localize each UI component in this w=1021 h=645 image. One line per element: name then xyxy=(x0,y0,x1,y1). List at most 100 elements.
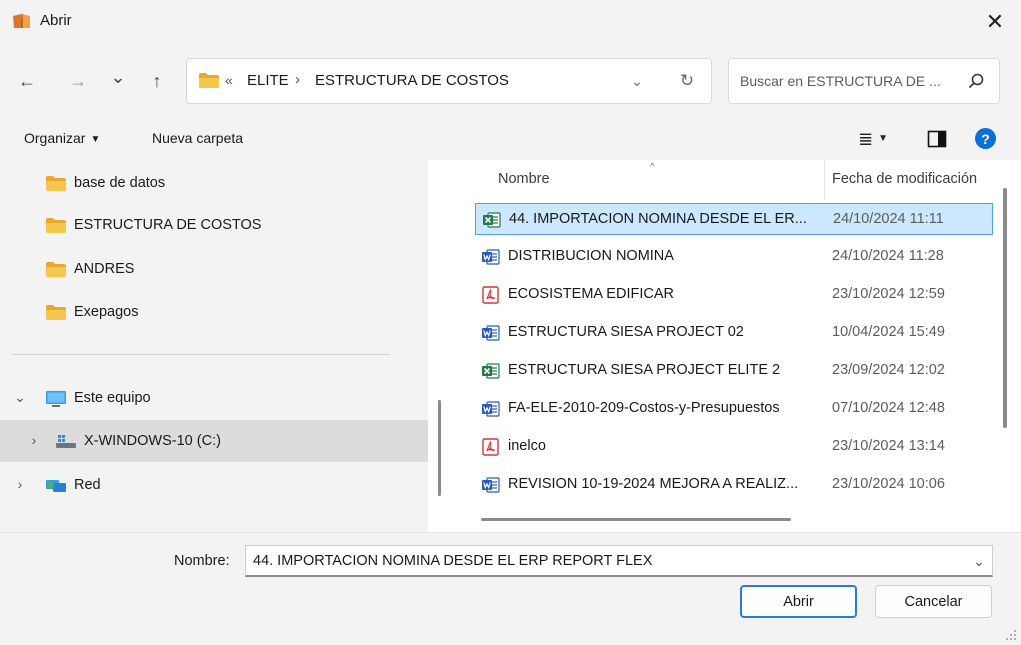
sidebar-item-exepagos[interactable]: Exepagos xyxy=(0,291,428,333)
folder-icon xyxy=(45,217,67,234)
arrow-right-icon: → xyxy=(69,70,87,91)
search-placeholder[interactable]: Buscar en ESTRUCTURA DE ... xyxy=(740,73,941,89)
file-name: DISTRIBUCION NOMINA xyxy=(508,248,674,264)
address-bar[interactable]: « ELITE › ESTRUCTURA DE COSTOS ⌄ ↻ xyxy=(186,58,712,104)
chevron-down-icon: ⌄ xyxy=(631,72,643,89)
chevron-down-icon[interactable]: ⌄ xyxy=(13,389,27,406)
file-row[interactable]: DISTRIBUCION NOMINA 24/10/2024 11:28 xyxy=(475,241,993,273)
file-name: REVISION 10-19-2024 MEJORA A REALIZ... xyxy=(508,476,799,492)
sidebar-divider xyxy=(12,354,390,355)
preview-pane-icon xyxy=(927,130,947,148)
file-row[interactable]: ECOSISTEMA EDIFICAR 23/10/2024 12:59 xyxy=(475,279,993,311)
sidebar-item-este-equipo[interactable]: ⌄ Este equipo xyxy=(0,377,428,419)
chevron-down-icon: ⌄ xyxy=(973,552,985,569)
file-name: inelco xyxy=(508,438,546,454)
chevron-right-icon[interactable]: › xyxy=(27,432,41,448)
vertical-scrollbar[interactable] xyxy=(1003,188,1007,428)
breadcrumb-overflow[interactable]: « xyxy=(225,72,233,88)
file-date: 23/10/2024 10:06 xyxy=(832,476,945,492)
sidebar-item-label: X-WINDOWS-10 (C:) xyxy=(84,433,221,449)
organize-label: Organizar xyxy=(24,130,86,146)
word-file-icon xyxy=(481,248,500,266)
resize-grip-icon[interactable] xyxy=(1003,627,1017,641)
recent-locations-button[interactable]: ⌄ xyxy=(105,64,131,90)
address-dropdown-button[interactable]: ⌄ xyxy=(625,69,649,93)
file-date: 24/10/2024 11:11 xyxy=(833,211,944,227)
preview-pane-button[interactable] xyxy=(925,127,949,151)
column-name-header[interactable]: Nombre xyxy=(498,171,550,187)
folder-icon xyxy=(45,261,67,278)
file-row[interactable]: FA-ELE-2010-209-Costos-y-Presupuestos 07… xyxy=(475,393,993,425)
sidebar-item-base-de-datos[interactable]: base de datos xyxy=(0,162,428,204)
file-name: ECOSISTEMA EDIFICAR xyxy=(508,286,674,302)
word-file-icon xyxy=(481,400,500,418)
title-bar: Abrir ✕ xyxy=(0,0,1021,44)
organize-button[interactable]: Organizar ▼ xyxy=(24,130,100,146)
horizontal-scrollbar[interactable] xyxy=(481,518,791,521)
command-toolbar: Organizar ▼ Nueva carpeta ≣ ▼ ? xyxy=(0,118,1021,160)
sidebar-item-red[interactable]: › Red xyxy=(0,464,428,506)
file-list: ^ Nombre Fecha de modificación 44. IMPOR… xyxy=(454,160,1021,532)
sidebar-item-label: Exepagos xyxy=(74,304,139,320)
arrow-up-icon: ↑ xyxy=(152,70,162,91)
back-button[interactable]: ← xyxy=(14,68,40,94)
file-date: 23/10/2024 12:59 xyxy=(832,286,945,302)
breadcrumb-separator-icon[interactable]: › xyxy=(295,71,300,88)
open-button[interactable]: Abrir xyxy=(740,585,857,618)
books-icon xyxy=(13,14,30,28)
file-date: 07/10/2024 12:48 xyxy=(832,400,945,416)
up-button[interactable]: ↑ xyxy=(144,68,170,94)
file-name: ESTRUCTURA SIESA PROJECT 02 xyxy=(508,324,744,340)
column-modified-header[interactable]: Fecha de modificación xyxy=(832,171,977,187)
help-icon[interactable]: ? xyxy=(975,128,996,149)
close-icon: ✕ xyxy=(985,9,1005,34)
caret-down-icon: ▼ xyxy=(878,132,888,144)
search-icon[interactable] xyxy=(967,72,985,90)
breadcrumb-estructura-de-costos[interactable]: ESTRUCTURA DE COSTOS xyxy=(315,72,509,89)
search-box[interactable]: Buscar en ESTRUCTURA DE ... xyxy=(728,58,1000,104)
filename-dropdown-button[interactable]: ⌄ xyxy=(970,552,988,570)
list-view-icon: ≣ xyxy=(858,128,874,149)
excel-file-icon xyxy=(481,362,500,380)
drive-icon xyxy=(56,435,76,448)
nav-pane-scrollbar[interactable] xyxy=(438,400,441,496)
filename-input[interactable] xyxy=(245,545,993,577)
file-row[interactable]: ESTRUCTURA SIESA PROJECT ELITE 2 23/09/2… xyxy=(475,355,993,387)
view-options-button[interactable]: ≣ ▼ xyxy=(851,127,895,151)
network-icon xyxy=(46,480,66,492)
new-folder-button[interactable]: Nueva carpeta xyxy=(152,130,243,146)
file-name: ESTRUCTURA SIESA PROJECT ELITE 2 xyxy=(508,362,781,378)
sidebar-item-estructura-de-costos[interactable]: ESTRUCTURA DE COSTOS xyxy=(0,204,428,246)
breadcrumb-elite[interactable]: ELITE xyxy=(247,72,289,89)
sidebar-item-x-windows-10[interactable]: › X-WINDOWS-10 (C:) xyxy=(0,420,428,462)
sidebar-item-andres[interactable]: ANDRES xyxy=(0,248,428,290)
file-row[interactable]: 44. IMPORTACION NOMINA DESDE EL ER... 24… xyxy=(475,203,993,235)
word-file-icon xyxy=(481,324,500,342)
word-file-icon xyxy=(481,476,500,494)
file-date: 10/04/2024 15:49 xyxy=(832,324,945,340)
filename-label: Nombre: xyxy=(174,553,230,569)
sort-ascending-icon: ^ xyxy=(650,162,655,173)
dialog-footer: Nombre: ⌄ Abrir Cancelar xyxy=(0,532,1021,645)
excel-file-icon xyxy=(482,211,501,229)
file-row[interactable]: ESTRUCTURA SIESA PROJECT 02 10/04/2024 1… xyxy=(475,317,993,349)
file-date: 24/10/2024 11:28 xyxy=(832,248,944,264)
column-header: ^ Nombre Fecha de modificación xyxy=(454,160,996,200)
folder-icon xyxy=(198,72,220,89)
pdf-file-icon xyxy=(481,438,500,456)
column-separator[interactable] xyxy=(824,160,825,200)
sidebar-item-label: base de datos xyxy=(74,175,166,191)
forward-button[interactable]: → xyxy=(65,68,91,94)
sidebar-item-label: Este equipo xyxy=(74,390,151,406)
refresh-button[interactable]: ↻ xyxy=(675,69,699,93)
pane-splitter[interactable] xyxy=(428,160,454,532)
file-row[interactable]: inelco 23/10/2024 13:14 xyxy=(475,431,993,463)
close-button[interactable]: ✕ xyxy=(983,9,1007,34)
file-date: 23/10/2024 13:14 xyxy=(832,438,945,454)
chevron-down-icon: ⌄ xyxy=(110,66,126,87)
cancel-button[interactable]: Cancelar xyxy=(875,585,992,618)
chevron-right-icon[interactable]: › xyxy=(13,476,27,492)
file-row[interactable]: REVISION 10-19-2024 MEJORA A REALIZ... 2… xyxy=(475,469,993,501)
navigation-bar: ← → ⌄ ↑ « ELITE › ESTRUCTURA DE COSTOS ⌄… xyxy=(0,44,1021,118)
folder-icon xyxy=(45,304,67,321)
